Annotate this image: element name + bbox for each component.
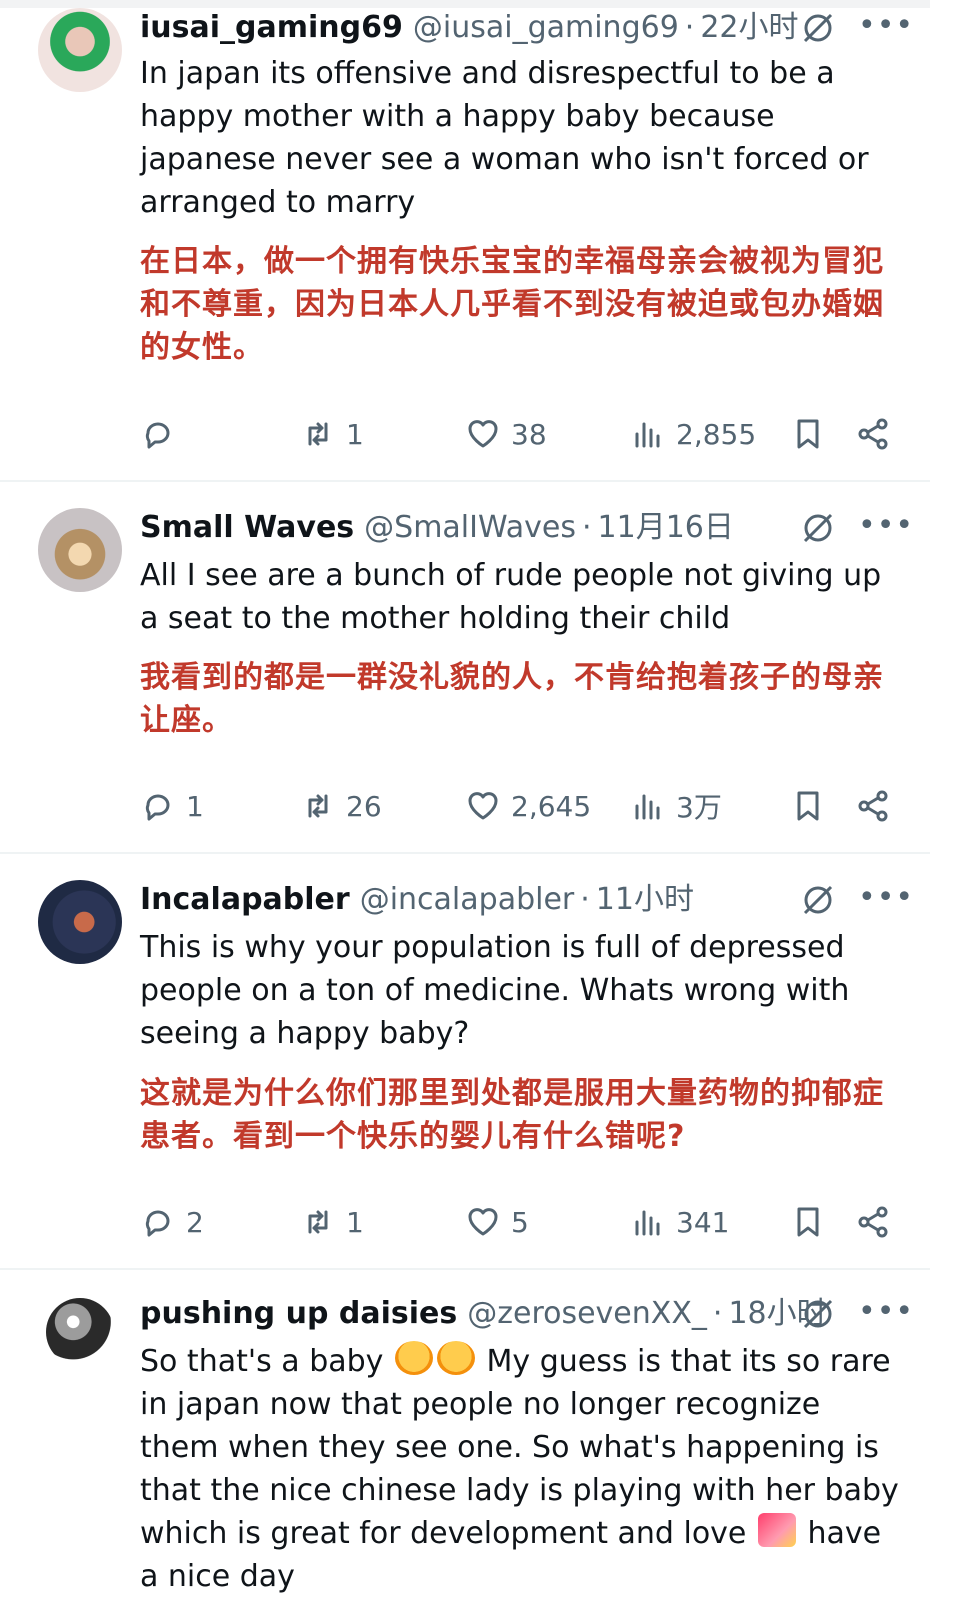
repost-count: 1 [346, 417, 364, 451]
post-text: So that's a baby My guess is that its so… [140, 1340, 900, 1598]
timeline: iusai_gaming69 @iusai_gaming69 · 22小时 ••… [0, 0, 960, 1619]
grok-icon[interactable] [800, 882, 836, 918]
share-icon [858, 418, 888, 450]
post-header: Incalapabler @incalapabler · 11小时 [140, 880, 694, 920]
like-count: 5 [511, 1205, 529, 1239]
views-count: 3万 [676, 791, 722, 824]
repost-icon [308, 1210, 328, 1234]
action-bar: 1 38 2,855 [140, 414, 900, 454]
repost-button[interactable]: 1 [300, 1202, 364, 1242]
post-4[interactable]: pushing up daisies @zerosevenXX_ · 18小时 … [0, 1270, 930, 1619]
bookmark-button[interactable] [790, 786, 826, 826]
more-icon[interactable]: ••• [858, 508, 913, 544]
avatar[interactable] [46, 1298, 114, 1366]
avatar[interactable] [38, 880, 122, 964]
like-button[interactable]: 38 [465, 414, 547, 454]
like-count: 38 [511, 417, 547, 451]
views-button[interactable]: 3万 [630, 786, 722, 826]
post-translation: 在日本，做一个拥有快乐宝宝的幸福母亲会被视为冒犯和不尊重，因为日本人几乎看不到没… [140, 244, 884, 365]
views-button[interactable]: 341 [630, 1202, 729, 1242]
repost-icon [308, 422, 328, 446]
more-icon[interactable]: ••• [858, 8, 913, 44]
reply-icon [145, 794, 170, 821]
views-count: 341 [676, 1205, 730, 1239]
post-text: In japan its offensive and disrespectful… [140, 56, 869, 220]
repost-count: 26 [346, 789, 382, 823]
separator-dot: · [580, 882, 590, 917]
reply-count: 2 [186, 1205, 204, 1239]
user-handle[interactable]: @SmalIWaves [364, 508, 576, 548]
user-handle[interactable]: @incalapabler [360, 880, 575, 920]
heart-with-ribbon-icon [757, 1513, 796, 1547]
timestamp[interactable]: 22小时 [700, 8, 798, 48]
share-icon [858, 1206, 888, 1238]
timestamp[interactable]: 11月16日 [598, 508, 734, 548]
post-translation: 这就是为什么你们那里到处都是服用大量药物的抑郁症患者。看到一个快乐的婴儿有什么错… [140, 1076, 884, 1154]
views-count: 2,855 [676, 417, 757, 451]
username[interactable]: iusai_gaming69 [140, 8, 403, 48]
post-text: All I see are a bunch of rude people not… [140, 558, 882, 636]
post-text-part: So that's a baby [140, 1344, 384, 1379]
repost-count: 1 [346, 1205, 364, 1239]
bookmark-button[interactable] [790, 414, 826, 454]
reply-icon [145, 422, 170, 449]
username[interactable]: Small Waves [140, 508, 354, 548]
share-button[interactable] [856, 786, 892, 826]
post-header: Small Waves @SmalIWaves · 11月16日 [140, 508, 734, 548]
post-2[interactable]: Small Waves @SmalIWaves · 11月16日 ••• All… [0, 482, 930, 852]
like-button[interactable]: 2,645 [465, 786, 591, 826]
grok-icon[interactable] [800, 1296, 836, 1332]
user-handle[interactable]: @zerosevenXX_ [467, 1294, 707, 1334]
like-button[interactable]: 5 [465, 1202, 529, 1242]
more-icon[interactable]: ••• [858, 880, 913, 916]
share-button[interactable] [856, 1202, 892, 1242]
post-header: iusai_gaming69 @iusai_gaming69 · 22小时 [140, 8, 799, 48]
action-bar: 1 26 2,645 3万 [140, 786, 900, 826]
views-button[interactable]: 2,855 [630, 414, 756, 454]
right-edge [930, 0, 960, 1619]
post-text: This is why your population is full of d… [140, 930, 850, 1051]
timestamp[interactable]: 11小时 [596, 880, 694, 920]
more-icon[interactable]: ••• [858, 1294, 913, 1330]
username[interactable]: Incalapabler [140, 880, 350, 920]
repost-icon [308, 794, 328, 818]
post-translation: 我看到的都是一群没礼貌的人，不肯给抱着孩子的母亲让座。 [140, 660, 884, 738]
post-header: pushing up daisies @zerosevenXX_ · 18小时 [140, 1294, 827, 1334]
avatar[interactable] [38, 508, 122, 592]
views-icon [635, 422, 660, 448]
post-3[interactable]: Incalapabler @incalapabler · 11小时 ••• Th… [0, 854, 930, 1268]
bookmark-icon [797, 419, 819, 449]
share-button[interactable] [856, 414, 892, 454]
post-1[interactable]: iusai_gaming69 @iusai_gaming69 · 22小时 ••… [0, 0, 930, 480]
like-count: 2,645 [511, 789, 592, 823]
avatar[interactable] [38, 8, 122, 92]
separator-dot: · [712, 1296, 723, 1331]
grok-icon[interactable] [800, 510, 836, 546]
reply-button[interactable]: 1 [140, 786, 204, 826]
separator-dot: · [684, 10, 695, 45]
repost-button[interactable]: 1 [300, 414, 364, 454]
smiling-face-with-hearts-icon [394, 1341, 433, 1375]
separator-dot: · [581, 510, 592, 545]
grok-icon[interactable] [800, 10, 836, 46]
reply-button[interactable]: 2 [140, 1202, 204, 1242]
heart-icon [468, 1208, 498, 1236]
heart-icon [468, 792, 498, 820]
share-icon [858, 790, 888, 822]
smiling-face-with-hearts-icon [436, 1341, 475, 1375]
views-icon [635, 794, 660, 820]
heart-icon [468, 420, 498, 448]
reply-button[interactable] [140, 414, 186, 454]
bookmark-icon [797, 791, 819, 821]
bookmark-button[interactable] [790, 1202, 826, 1242]
action-bar: 2 1 5 341 [140, 1202, 900, 1242]
username[interactable]: pushing up daisies [140, 1294, 457, 1334]
bookmark-icon [797, 1207, 819, 1237]
repost-button[interactable]: 26 [300, 786, 382, 826]
reply-icon [145, 1210, 170, 1237]
views-icon [635, 1210, 660, 1236]
reply-count: 1 [186, 789, 204, 823]
user-handle[interactable]: @iusai_gaming69 [413, 8, 679, 48]
